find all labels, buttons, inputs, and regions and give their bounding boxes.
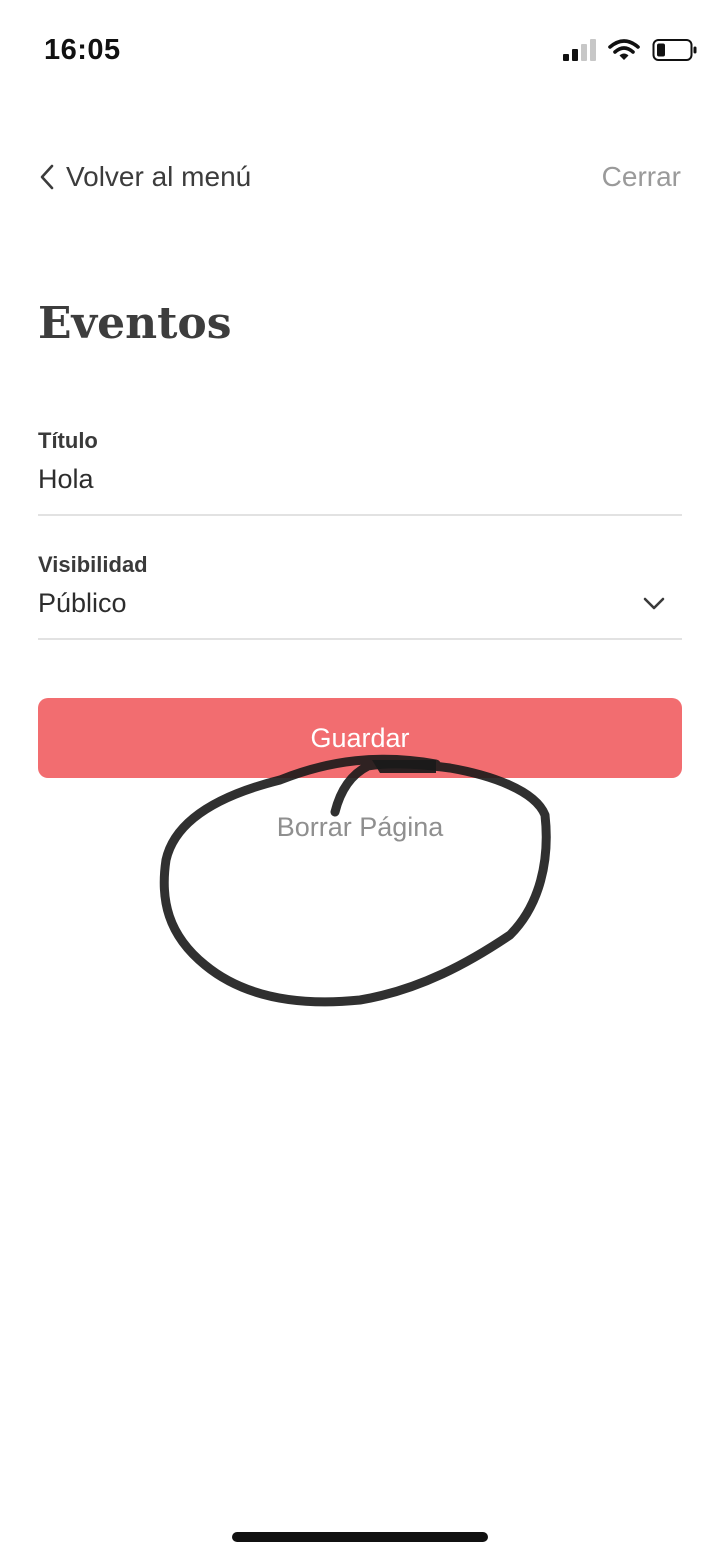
chevron-left-icon xyxy=(40,164,54,190)
back-to-menu-button[interactable]: Volver al menú xyxy=(38,150,251,204)
status-time: 16:05 xyxy=(44,34,121,66)
delete-page-button[interactable]: Borrar Página xyxy=(0,812,720,843)
nav-bar: Volver al menú Cerrar xyxy=(0,150,720,206)
home-indicator xyxy=(232,1532,488,1542)
title-field[interactable]: Título Hola xyxy=(38,424,682,516)
title-field-value[interactable]: Hola xyxy=(38,464,94,495)
status-bar: 16:05 xyxy=(0,0,720,100)
battery-icon xyxy=(652,39,697,61)
signal-icon xyxy=(563,39,596,61)
close-button[interactable]: Cerrar xyxy=(602,150,681,204)
status-icons xyxy=(562,38,698,62)
hand-drawn-circle-annotation xyxy=(159,754,551,1007)
chevron-down-icon[interactable] xyxy=(642,596,666,612)
wifi-icon xyxy=(608,39,640,60)
save-button[interactable]: Guardar xyxy=(38,698,682,778)
visibility-select[interactable]: Visibilidad Público xyxy=(38,548,682,640)
visibility-select-value[interactable]: Público xyxy=(38,588,127,619)
visibility-select-label: Visibilidad xyxy=(38,552,148,577)
title-field-label: Título xyxy=(38,428,98,453)
back-to-menu-label: Volver al menú xyxy=(66,161,252,192)
page-title: Eventos xyxy=(38,298,232,349)
